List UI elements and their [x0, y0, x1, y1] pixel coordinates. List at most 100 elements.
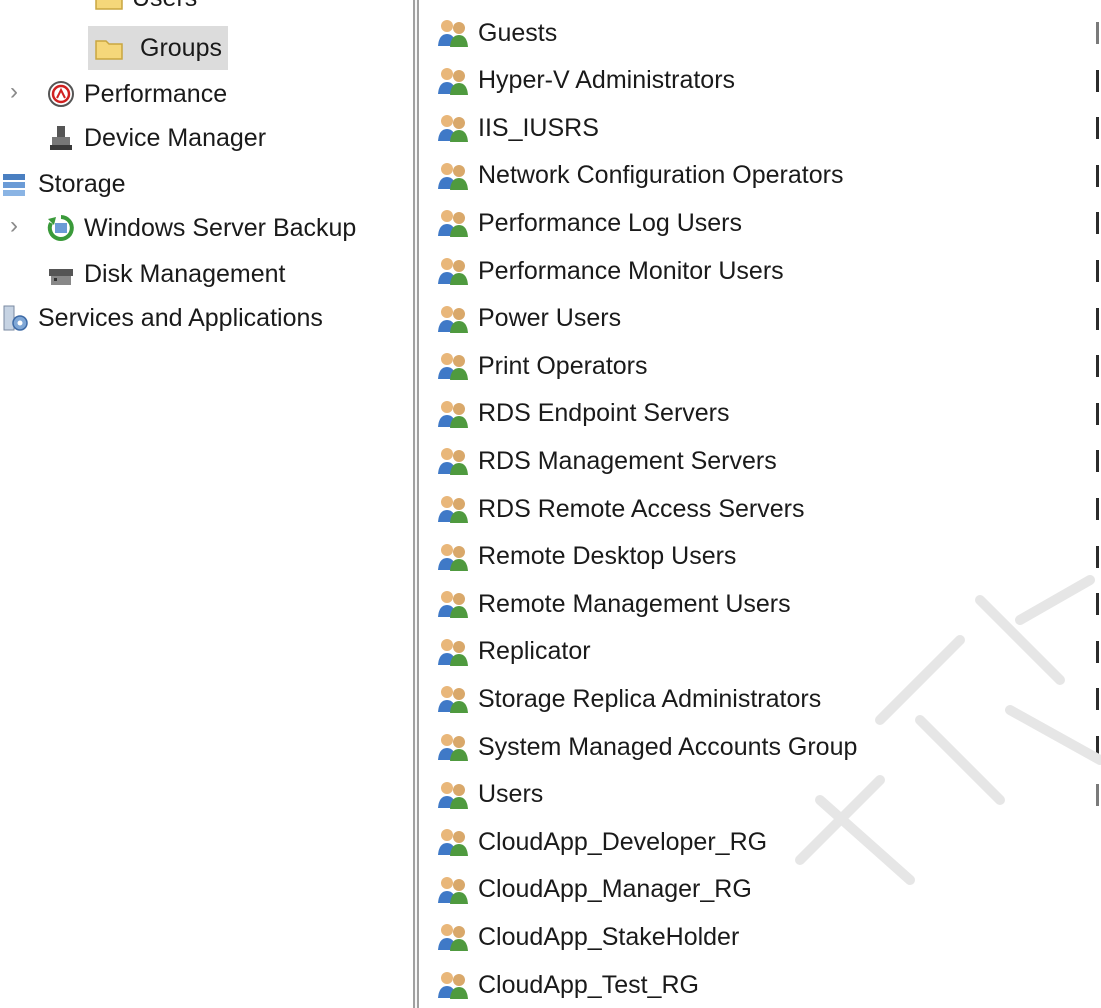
tree-item-label: Users [132, 0, 197, 13]
list-item[interactable]: Storage Replica Administrators [436, 679, 821, 719]
performance-icon [46, 79, 76, 109]
tree-item-services-and-applications[interactable]: Services and Applications [0, 296, 323, 340]
groups-list: Guests Hyper-V Administrators IIS_IUSRS Net… [436, 0, 1076, 1008]
group-name: RDS Management Servers [478, 446, 777, 475]
tree-item-windows-server-backup[interactable]: Windows Server Backup [46, 206, 356, 250]
group-icon [438, 638, 468, 666]
group-name: Remote Management Users [478, 589, 791, 618]
list-item[interactable]: Power Users [436, 299, 621, 339]
group-icon [438, 258, 468, 285]
list-item[interactable]: RDS Management Servers [436, 441, 777, 481]
group-icon [438, 448, 468, 476]
list-item[interactable]: Users [436, 775, 543, 815]
list-item[interactable]: Remote Management Users [436, 584, 791, 624]
group-icon [438, 734, 468, 761]
list-item[interactable]: Print Operators [436, 346, 648, 386]
group-name: Power Users [478, 304, 622, 333]
description-column [1096, 0, 1101, 1008]
group-name: Guests [478, 18, 558, 47]
chevron-right-icon[interactable]: › [10, 212, 18, 240]
tree-item-users[interactable]: Users [94, 0, 197, 20]
description-cell [1096, 22, 1099, 44]
tree-item-disk-management[interactable]: Disk Management [46, 252, 285, 296]
list-item[interactable]: CloudApp_StakeHolder [436, 917, 739, 957]
backup-icon [46, 213, 76, 243]
list-item[interactable]: Hyper-V Administrators [436, 61, 735, 101]
description-cell [1096, 545, 1099, 568]
list-item[interactable]: Performance Monitor Users [436, 251, 784, 291]
list-item[interactable]: RDS Endpoint Servers [436, 394, 730, 434]
description-cell [1096, 736, 1099, 758]
group-name: CloudApp_Test_RG [478, 970, 699, 999]
list-item[interactable]: CloudApp_Developer_RG [436, 822, 767, 862]
group-name: CloudApp_Manager_RG [478, 875, 752, 904]
description-cell [1096, 688, 1099, 711]
list-item[interactable]: System Managed Accounts Group [436, 727, 857, 767]
group-icon [438, 591, 468, 619]
group-icon [438, 972, 468, 999]
group-name: CloudApp_StakeHolder [478, 922, 740, 951]
group-name: RDS Endpoint Servers [478, 399, 730, 428]
storage-icon [0, 169, 30, 199]
services-icon [0, 303, 30, 333]
list-item[interactable]: Network Configuration Operators [436, 156, 843, 196]
group-icon [438, 162, 468, 190]
group-icon [438, 115, 468, 143]
tree-item-label: Windows Server Backup [84, 213, 357, 242]
tree-item-label: Services and Applications [38, 303, 323, 332]
group-icon [438, 67, 468, 95]
description-cell [1096, 260, 1099, 282]
group-name: Storage Replica Administrators [478, 684, 822, 713]
list-item[interactable]: Performance Log Users [436, 203, 742, 243]
chevron-right-icon[interactable]: › [10, 78, 18, 106]
group-name: Remote Desktop Users [478, 542, 737, 571]
description-cell [1096, 402, 1099, 425]
group-name: CloudApp_Developer_RG [478, 827, 768, 856]
list-item[interactable]: CloudApp_Manager_RG [436, 870, 752, 910]
description-cell [1096, 212, 1099, 235]
description-cell [1096, 450, 1099, 473]
group-name: Performance Log Users [478, 208, 743, 237]
group-icon [438, 496, 468, 523]
group-name: Users [478, 780, 544, 809]
group-icon [438, 686, 468, 714]
tree-item-label: Groups [140, 33, 222, 62]
description-cell [1096, 69, 1099, 92]
description-cell [1096, 593, 1099, 616]
group-icon [438, 305, 468, 333]
list-item[interactable]: RDS Remote Access Servers [436, 489, 805, 529]
group-name: Replicator [478, 637, 591, 666]
description-cell [1096, 640, 1099, 663]
group-name: Print Operators [478, 351, 648, 380]
group-name: Network Configuration Operators [478, 161, 844, 190]
tree-item-label: Device Manager [84, 123, 267, 152]
group-icon [438, 876, 468, 904]
description-cell [1096, 783, 1099, 806]
tree-item-device-manager[interactable]: Device Manager [46, 116, 266, 160]
group-icon [438, 781, 468, 809]
list-item[interactable]: Remote Desktop Users [436, 537, 736, 577]
description-cell [1096, 307, 1099, 330]
tree-item-label: Storage [38, 169, 126, 198]
group-name: Hyper-V Administrators [478, 66, 736, 95]
tree-item-label: Performance [84, 79, 228, 108]
folder-icon [94, 0, 124, 13]
list-item[interactable]: CloudApp_Test_RG [436, 965, 699, 1005]
tree-item-groups[interactable]: Groups [88, 26, 228, 70]
tree-item-performance[interactable]: Performance [46, 72, 227, 116]
pane-splitter[interactable] [413, 0, 419, 1008]
group-name: Performance Monitor Users [478, 256, 784, 285]
device-manager-icon [46, 123, 76, 153]
tree-item-storage[interactable]: Storage [0, 162, 126, 206]
navigation-tree: Users Groups › Performance Device Manage… [0, 0, 410, 1008]
list-item[interactable]: Replicator [436, 632, 591, 672]
group-icon [438, 210, 468, 238]
description-cell [1096, 355, 1099, 378]
list-item[interactable]: Guests [436, 13, 557, 53]
group-name: System Managed Accounts Group [478, 732, 858, 761]
tree-item-label: Disk Management [84, 259, 286, 288]
list-item[interactable]: IIS_IUSRS [436, 108, 599, 148]
group-icon [438, 353, 468, 381]
group-name: IIS_IUSRS [478, 113, 599, 142]
folder-icon [94, 33, 124, 63]
